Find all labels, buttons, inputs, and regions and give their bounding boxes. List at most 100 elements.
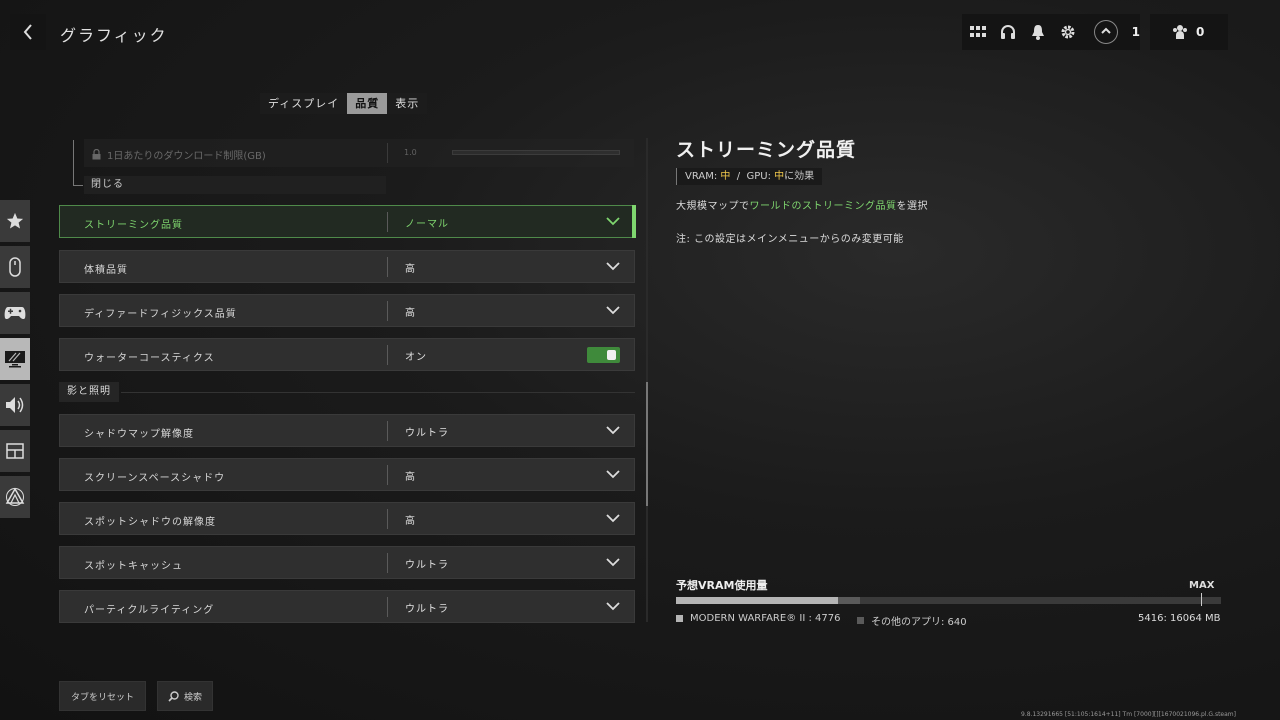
desc-suffix: を選択 [896,201,928,212]
side-nav-graphics[interactable] [0,338,30,380]
chevron-down-icon [606,217,620,226]
top-toolbar: 1 [962,14,1140,50]
vram-other-label: その他のアプリ: 640 [871,617,967,628]
download-limit-slider [452,150,620,155]
setting-value: ノーマル [405,219,449,230]
setting-value: ウルトラ [405,560,449,571]
impact-gpu-label: GPU: [746,171,771,182]
side-nav-mouse[interactable] [0,246,30,288]
setting-label: スポットキャッシュ [84,561,183,572]
setting-row-spot-cache[interactable]: スポットキャッシュ ウルトラ [59,546,635,579]
side-nav [0,200,30,522]
setting-value: 高 [405,308,416,319]
water-caustics-toggle[interactable] [587,347,620,363]
setting-label: ストリーミング品質 [84,220,183,231]
setting-row-water-caustics[interactable]: ウォーターコースティクス オン [59,338,635,371]
download-limit-label: 1日あたりのダウンロード制限(GB) [107,151,266,162]
setting-row-deferred-physics[interactable]: ディファードフィジックス品質 高 [59,294,635,327]
gear-icon[interactable] [1058,22,1078,42]
grid-menu-icon[interactable] [968,22,988,42]
detail-title: ストリーミング品質 [676,139,857,161]
tab-quality[interactable]: 品質 [347,93,388,114]
star-icon [6,212,24,229]
side-nav-interface[interactable] [0,430,30,472]
section-label-shadows: 影と照明 [59,382,119,402]
setting-row-shadow-map-resolution[interactable]: シャドウマップ解像度 ウルトラ [59,414,635,447]
settings-tabs: ディスプレイ 品質 表示 [260,93,428,114]
vram-mw-label: MODERN WARFARE® II : 4776 [690,613,841,624]
bell-icon[interactable] [1028,22,1048,42]
setting-value: ウルトラ [405,604,449,615]
tree-connector [73,185,83,186]
impact-vram-label: VRAM: [685,171,718,182]
side-nav-favorites[interactable] [0,200,30,242]
setting-label: ディファードフィジックス品質 [84,309,237,320]
setting-value: オン [405,352,427,363]
monitor-icon [5,351,25,368]
setting-row-volumetric-quality[interactable]: 体積品質 高 [59,250,635,283]
setting-value: 高 [405,264,416,275]
setting-row-spot-shadow-resolution[interactable]: スポットシャドウの解像度 高 [59,502,635,535]
detail-note: 注: この設定はメインメニューからのみ変更可能 [676,234,904,245]
rank-badge-icon[interactable] [1093,20,1118,44]
setting-value: ウルトラ [405,428,449,439]
chevron-left-icon [23,24,32,40]
party-icon [1173,25,1187,39]
vram-title: 予想VRAM使用量 [676,579,768,592]
desc-highlight: ワールドのストリーミング品質 [749,201,897,212]
interface-icon [6,443,24,459]
back-button[interactable] [10,14,46,50]
setting-value: 高 [405,516,416,527]
rank-count: 1 [1131,25,1140,39]
side-nav-network[interactable] [0,476,30,518]
chevron-down-icon [606,514,620,523]
download-limit-row: 1日あたりのダウンロード制限(GB) 1.0 [84,139,634,167]
section-divider [121,392,635,393]
impact-vram-value: 中 [720,171,731,182]
search-label: 検索 [183,692,202,703]
impact-suffix: に効果 [784,171,815,182]
headset-icon[interactable] [998,22,1018,42]
tab-display[interactable]: ディスプレイ [260,93,347,114]
chevron-down-icon [606,426,620,435]
side-nav-controller[interactable] [0,292,30,334]
chevron-down-icon [606,262,620,271]
chevron-down-icon [606,306,620,315]
tab-view[interactable]: 表示 [387,93,427,114]
party-button[interactable]: 0 [1150,14,1228,50]
impact-separator: / [736,171,741,182]
chevron-down-icon [606,558,620,567]
chevron-down-icon [606,602,620,611]
download-limit-value: 1.0 [404,148,417,157]
desc-prefix: 大規模マップで [676,201,750,212]
vram-legend-mw: MODERN WARFARE® II : 4776 [676,613,840,624]
vram-max-marker [1201,593,1202,606]
network-icon [5,487,25,506]
reset-tab-label: タブをリセット [70,692,134,703]
vram-total: 5416: 16064 MB [1138,613,1221,624]
reset-tab-button[interactable]: タブをリセット [59,681,146,711]
setting-row-particle-lighting[interactable]: パーティクルライティング ウルトラ [59,590,635,623]
mouse-icon [9,257,21,277]
setting-label: ウォーターコースティクス [84,353,215,364]
setting-label: スポットシャドウの解像度 [84,517,216,528]
setting-label: スクリーンスペースシャドウ [84,473,226,484]
close-section-button[interactable]: 閉じる [84,176,386,194]
gamepad-icon [4,307,26,320]
scrollbar-thumb[interactable] [646,382,648,506]
chevron-down-icon [606,470,620,479]
vram-bar-other [838,597,860,604]
vram-legend-other: その他のアプリ: 640 [857,613,967,628]
setting-value: 高 [405,472,416,483]
setting-label: パーティクルライティング [84,605,215,616]
build-info: 9.8.13291665 [51:105:1614+11] Tm [7000][… [1021,711,1236,718]
side-nav-audio[interactable] [0,384,30,426]
setting-row-screen-space-shadows[interactable]: スクリーンスペースシャドウ 高 [59,458,635,491]
search-button[interactable]: 検索 [157,681,213,711]
lock-icon [92,149,101,160]
page-title: グラフィック [60,26,168,45]
settings-scrollbar[interactable] [646,138,648,622]
vram-bar-mw [676,597,838,604]
setting-row-streaming-quality[interactable]: ストリーミング品質 ノーマル [59,205,636,238]
impact-badge: VRAM: 中 / GPU: 中に効果 [676,168,823,185]
